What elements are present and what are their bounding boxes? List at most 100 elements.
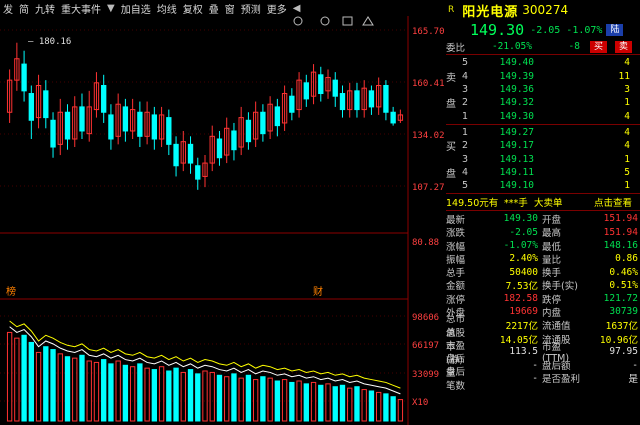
level-num: 2 bbox=[462, 97, 469, 109]
price-tick-label: 107.27 bbox=[412, 183, 444, 193]
volume-bar bbox=[43, 346, 49, 422]
candle-body bbox=[383, 85, 389, 113]
level-num: 4 bbox=[462, 166, 469, 178]
quote-value: 0.51% bbox=[609, 279, 638, 291]
volume-bar bbox=[390, 396, 396, 422]
volume-tick-label: 66197 bbox=[412, 341, 439, 351]
view-link[interactable]: 点击查看 bbox=[580, 195, 632, 209]
quote-value: 2217亿 bbox=[505, 321, 538, 333]
book-price[interactable]: 149.30 bbox=[474, 111, 534, 122]
book-volume: 4 bbox=[624, 57, 630, 69]
volume-bar bbox=[318, 384, 324, 422]
weibi-row: 委比 -21.05% -8 买 卖 bbox=[446, 40, 640, 54]
volume-bar bbox=[28, 341, 34, 422]
candle-body bbox=[231, 130, 237, 151]
quote-value: 151.94 bbox=[603, 213, 638, 225]
candle-body bbox=[166, 117, 172, 145]
volume-tick-label: 33099 bbox=[412, 370, 439, 380]
quote-value: 0.86 bbox=[615, 253, 638, 265]
candle-body bbox=[64, 111, 71, 140]
book-price[interactable]: 149.13 bbox=[474, 154, 534, 165]
book-price[interactable]: 149.27 bbox=[474, 127, 534, 138]
tb-window[interactable]: 窗 bbox=[222, 1, 238, 16]
quote-value: 10.96亿 bbox=[599, 334, 638, 346]
quote-value: 2.40% bbox=[509, 253, 538, 265]
quote-row: 外盘 19669 内盘 30739 bbox=[446, 305, 640, 319]
book-volume: 1 bbox=[624, 97, 630, 109]
tb-forecast[interactable]: 预测 bbox=[238, 1, 264, 16]
quote-value: 30739 bbox=[609, 306, 638, 318]
marker-bang: 榜 bbox=[6, 285, 16, 298]
volume-bar bbox=[166, 370, 172, 422]
quote-label: 换手(实) bbox=[542, 281, 578, 293]
tb-fa[interactable]: 发 bbox=[0, 1, 16, 16]
volume-bar bbox=[274, 380, 281, 422]
quote-label: 开盘 bbox=[542, 214, 562, 226]
volume-bar bbox=[173, 367, 179, 422]
sell-side-label: 卖 bbox=[446, 72, 456, 84]
quote-value: - bbox=[532, 359, 538, 371]
book-price[interactable]: 149.32 bbox=[474, 97, 534, 108]
marker-cai: 财 bbox=[313, 285, 323, 298]
zoom-in-icon[interactable] bbox=[293, 16, 303, 26]
book-price[interactable]: 149.11 bbox=[474, 167, 534, 178]
quote-value: 113.5 bbox=[509, 346, 538, 358]
candle-body bbox=[245, 119, 252, 143]
level-num: 3 bbox=[462, 84, 469, 96]
sell-button[interactable]: 卖 bbox=[615, 40, 633, 53]
zoom-out-icon[interactable] bbox=[320, 16, 330, 26]
volume-bar bbox=[195, 373, 201, 422]
quote-label: 换手 bbox=[542, 268, 562, 280]
volume-bar bbox=[267, 377, 273, 422]
draw-icon[interactable] bbox=[362, 16, 374, 26]
quote-value: 148.16 bbox=[603, 240, 638, 251]
quote-value: - bbox=[532, 372, 538, 384]
candle-body bbox=[318, 74, 324, 95]
book-price[interactable]: 149.17 bbox=[474, 140, 534, 151]
buy-level-4: 盘 4 149.11 5 bbox=[446, 166, 640, 180]
candle-body bbox=[137, 111, 143, 137]
big-order-row: 149.50元有 ***手 大卖单 点击查看 bbox=[446, 195, 640, 209]
tb-ma[interactable]: 均线 bbox=[154, 1, 180, 16]
book-volume: 1 bbox=[624, 153, 630, 165]
quote-value: -1.07% bbox=[503, 240, 538, 251]
last-price: 149.30 bbox=[470, 21, 525, 39]
volume-bar bbox=[137, 363, 143, 422]
volume-bar bbox=[158, 366, 165, 422]
candle-body bbox=[101, 85, 107, 113]
quote-label: 盘后额 bbox=[542, 361, 571, 373]
volume-bar bbox=[144, 367, 150, 422]
tb-add-watch[interactable]: 加自选 bbox=[118, 1, 154, 16]
book-price[interactable]: 149.40 bbox=[474, 57, 534, 68]
volume-bar bbox=[245, 374, 252, 422]
price-tick-label: 165.70 bbox=[412, 27, 444, 37]
tb-jian[interactable]: 简 bbox=[16, 1, 32, 16]
book-price[interactable]: 149.36 bbox=[474, 84, 534, 95]
tb-more[interactable]: 更多 bbox=[264, 1, 290, 16]
volume-bar bbox=[14, 337, 20, 422]
tb-overlay[interactable]: 叠 bbox=[206, 1, 222, 16]
candle-body bbox=[28, 93, 34, 121]
quote-value: 149.30 bbox=[503, 213, 538, 225]
quote-row: 涨停 182.58 跌停 121.72 bbox=[446, 292, 640, 306]
candle-body bbox=[303, 82, 309, 100]
book-price[interactable]: 149.10 bbox=[474, 180, 534, 191]
kline-chart[interactable]: 165.70 160.41 134.02 107.27 80.88 98606 66197 3… bbox=[0, 16, 444, 425]
dropdown-icon[interactable]: ▼ bbox=[104, 3, 118, 14]
buy-button[interactable]: 买 bbox=[590, 40, 608, 53]
sell-book: 5 149.40 4 卖 4 149.39 11 3 149.36 3 盘 2 149.32 1 1 149.… bbox=[446, 56, 640, 122]
level-num: 4 bbox=[462, 70, 469, 82]
tb-adjust[interactable]: 复权 bbox=[180, 1, 206, 16]
book-price[interactable]: 149.39 bbox=[474, 71, 534, 82]
tb-events[interactable]: 重大事件 bbox=[58, 1, 104, 16]
tb-jiuzhuan[interactable]: 九转 bbox=[32, 1, 58, 16]
sell-level-3: 3 149.36 3 bbox=[446, 83, 640, 96]
settings-icon[interactable] bbox=[342, 16, 353, 26]
chevron-left-icon[interactable]: ◀ bbox=[290, 3, 304, 14]
volume-bar bbox=[115, 360, 121, 422]
quote-row: 市盈(静) 113.5 市盈(TTM) 97.95 bbox=[446, 341, 640, 366]
big-sell-label[interactable]: 大卖单 bbox=[534, 195, 580, 209]
volume-bar bbox=[325, 383, 331, 422]
volume-tick-label: 98606 bbox=[412, 313, 439, 323]
max-price-label: — 180.16 bbox=[28, 37, 71, 47]
